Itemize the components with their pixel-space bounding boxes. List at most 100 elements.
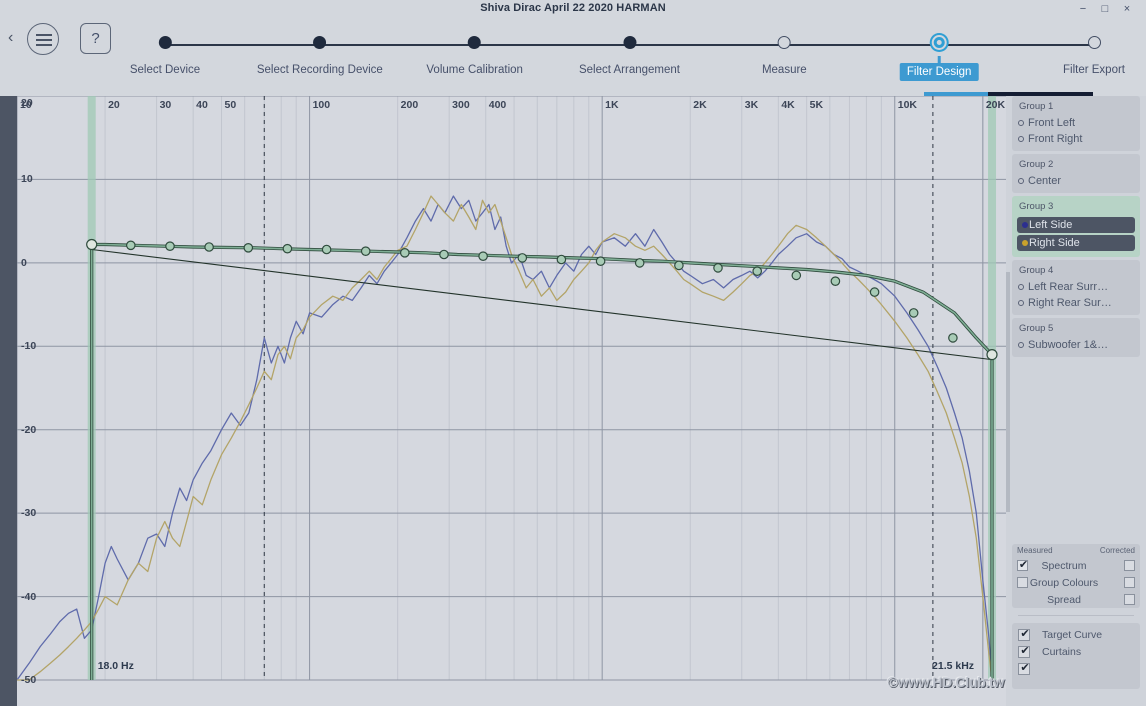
back-chevron-icon[interactable]: ‹ <box>8 28 24 48</box>
curve-checkbox[interactable] <box>1018 661 1031 675</box>
target-handle[interactable] <box>165 241 175 251</box>
step-dot-icon <box>158 36 172 49</box>
target-handle[interactable] <box>830 276 841 286</box>
step-dot-icon <box>468 36 482 49</box>
curtain-high-label: 21.5 kHz <box>932 660 975 672</box>
y-tick-label: -30 <box>21 507 37 520</box>
target-handle[interactable] <box>634 258 645 268</box>
target-handle[interactable] <box>791 270 802 281</box>
step-label: Select Device <box>129 64 201 76</box>
legend-row: Spread <box>1012 592 1140 608</box>
target-handle[interactable] <box>595 256 606 266</box>
channel-dot-icon <box>1018 300 1024 306</box>
help-button[interactable]: ? <box>80 23 111 54</box>
channel-item[interactable]: Left Rear Surr… <box>1012 279 1140 295</box>
target-handle[interactable] <box>556 254 567 265</box>
corrected-checkbox[interactable] <box>1124 594 1135 605</box>
window-title: Shiva Dirac April 22 2020 HARMAN <box>480 2 666 14</box>
corrected-checkbox[interactable] <box>1124 577 1135 588</box>
channel-group[interactable]: Group 2 Center <box>1012 154 1140 193</box>
x-tick-label: 200 <box>400 99 419 111</box>
target-handle[interactable] <box>986 349 998 361</box>
step-dot-icon <box>313 36 327 49</box>
watermark: ©www.HD.Club.tw <box>887 674 1004 690</box>
target-handle[interactable] <box>282 243 293 254</box>
target-handle[interactable] <box>752 266 762 276</box>
target-handle[interactable] <box>243 243 254 253</box>
step-dot-icon <box>1087 36 1101 49</box>
step-label: Select Recording Device <box>256 64 383 76</box>
corrected-checkbox[interactable] <box>1124 560 1135 571</box>
target-handle[interactable] <box>399 248 410 258</box>
curve-checkbox[interactable] <box>1018 644 1031 658</box>
target-handle[interactable] <box>948 333 958 343</box>
x-tick-label: 2K <box>693 99 707 111</box>
frequency-response-chart[interactable]: 10 20 30 40 50 100 200 300 400 1K 2K 3K 4K 5K 10K 20K 2… <box>0 96 1006 706</box>
curve-toggle-row[interactable]: Target Curve <box>1012 627 1140 644</box>
y-tick-label: 20 <box>21 97 33 109</box>
group-title: Group 2 <box>1019 159 1054 170</box>
legend-row-label: Spread <box>1047 594 1081 606</box>
channel-dot-icon <box>1018 342 1024 348</box>
target-handle[interactable] <box>360 246 371 256</box>
target-handle[interactable] <box>478 251 488 261</box>
menu-bar-3 <box>36 44 52 46</box>
y-tick-label: -50 <box>21 674 37 686</box>
group-title: Group 4 <box>1019 265 1054 276</box>
x-tick-label: 1K <box>605 99 619 111</box>
channel-item[interactable]: Center <box>1012 173 1140 189</box>
channel-group[interactable]: Group 1 Front Left Front Right <box>1012 96 1140 151</box>
plot-background <box>17 96 1006 680</box>
channel-label: Front Right <box>1028 133 1083 145</box>
target-handle[interactable] <box>439 249 449 260</box>
target-handle[interactable] <box>126 240 136 251</box>
legend-row: Group Colours <box>1012 575 1140 591</box>
curve-checkbox[interactable] <box>1018 627 1031 641</box>
step-dot-icon <box>777 36 791 49</box>
channel-item[interactable]: Subwoofer 1&… <box>1012 337 1140 353</box>
channel-group[interactable]: Group 3 Left Side Right Side <box>1012 196 1140 257</box>
curtain-low-label: 18.0 Hz <box>97 660 134 672</box>
channel-dot-icon <box>1018 284 1024 290</box>
step-filter-export[interactable]: Filter Export <box>1063 36 1125 76</box>
target-handle[interactable] <box>869 287 880 297</box>
step-select-arrangement[interactable]: Select Arrangement <box>579 36 680 76</box>
channel-group[interactable]: Group 4 Left Rear Surr… Right Rear Sur… <box>1012 260 1140 315</box>
title-bar: Shiva Dirac April 22 2020 HARMAN − □ × <box>0 0 1146 18</box>
target-handle[interactable] <box>204 242 214 252</box>
channel-group[interactable]: Group 5 Subwoofer 1&… <box>1012 318 1140 357</box>
channel-item[interactable]: Right Side <box>1017 235 1135 251</box>
step-measure[interactable]: Measure <box>762 36 807 76</box>
x-tick-label: 3K <box>744 99 759 111</box>
target-handle[interactable] <box>86 238 98 251</box>
minimize-button[interactable]: − <box>1076 2 1090 16</box>
target-handle[interactable] <box>713 263 723 273</box>
step-select-recording-device[interactable]: Select Recording Device <box>257 36 383 76</box>
channel-label: Front Left <box>1028 117 1076 129</box>
target-handle[interactable] <box>908 308 919 318</box>
target-handle[interactable] <box>674 260 684 271</box>
x-tick-label: 10K <box>897 99 918 111</box>
target-handle[interactable] <box>517 253 528 263</box>
channel-item[interactable]: Front Right <box>1012 131 1140 147</box>
hamburger-menu-icon[interactable] <box>27 23 59 55</box>
chart-plot-svg[interactable] <box>17 96 1006 706</box>
close-button[interactable]: × <box>1120 2 1134 16</box>
channel-item[interactable]: Front Left <box>1012 115 1140 131</box>
step-select-device[interactable]: Select Device <box>130 36 200 76</box>
maximize-button[interactable]: □ <box>1098 2 1112 16</box>
channel-dot-icon <box>1018 136 1024 142</box>
step-volume-calibration[interactable]: Volume Calibration <box>426 36 523 76</box>
target-handle[interactable] <box>321 244 332 255</box>
curve-label: Target Curve <box>1042 629 1103 641</box>
channel-item[interactable]: Left Side <box>1017 217 1135 233</box>
sidebar-scrollbar[interactable] <box>1006 272 1010 512</box>
x-tick-label: 30 <box>159 99 172 111</box>
group-title: Group 5 <box>1019 323 1054 334</box>
step-filter-design[interactable]: Filter Design <box>899 36 979 81</box>
curve-toggle-row[interactable] <box>1012 661 1140 678</box>
curve-toggle-row[interactable]: Curtains <box>1012 644 1140 661</box>
channel-label: Right Rear Sur… <box>1028 297 1112 309</box>
channel-item[interactable]: Right Rear Sur… <box>1012 295 1140 311</box>
x-tick-label: 300 <box>452 99 470 111</box>
